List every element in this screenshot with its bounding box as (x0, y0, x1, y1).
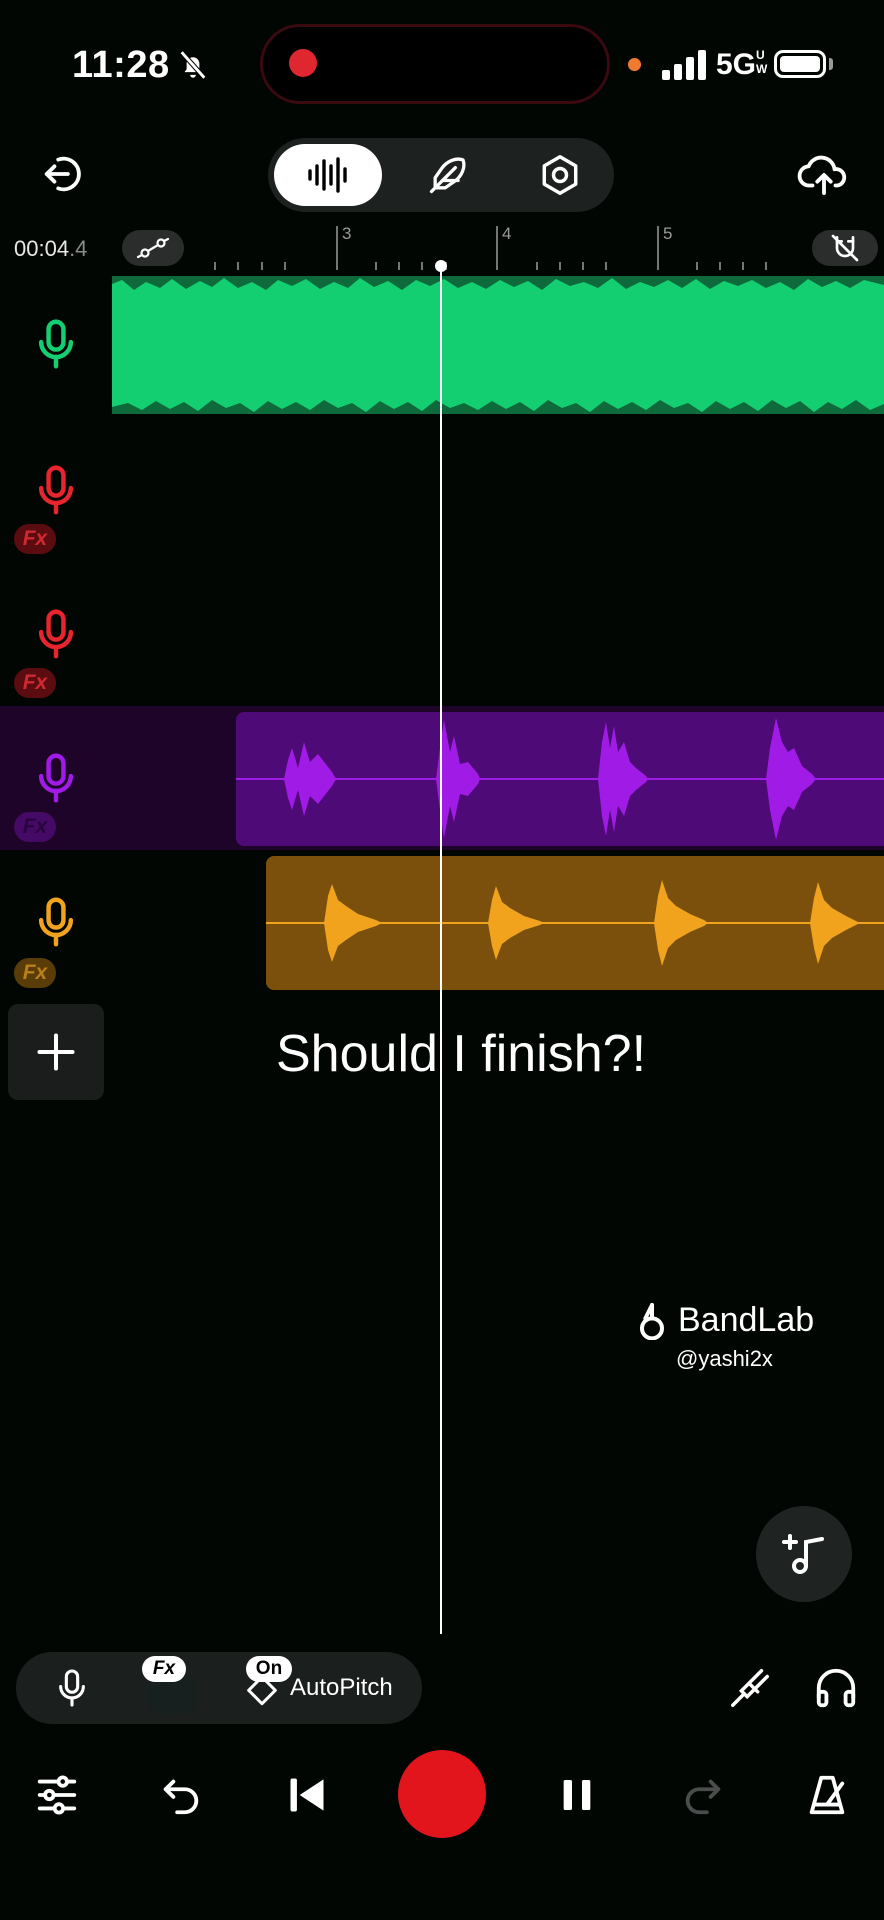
metronome-icon (809, 1775, 845, 1815)
plus-icon (37, 1033, 75, 1071)
fx-label[interactable]: Fx (142, 1656, 186, 1682)
time-display: 00:04.4 (14, 236, 88, 261)
headphones-icon (816, 1668, 856, 1708)
skip-to-start-button[interactable] (278, 1766, 336, 1824)
bandlab-watermark: BandLab (632, 1300, 814, 1340)
feather-icon (429, 157, 466, 194)
tab-effects[interactable] (394, 144, 502, 206)
mic-icon (38, 319, 74, 369)
bell-slash-icon (179, 50, 207, 80)
mode-switcher (268, 138, 614, 212)
track-5-waveform (266, 880, 884, 966)
track-1-mic-button[interactable] (26, 314, 86, 374)
track-5-mic-button[interactable] (26, 892, 86, 952)
mixer-icon (37, 1775, 77, 1815)
brand-name: BandLab (678, 1300, 815, 1339)
ruler[interactable] (200, 226, 800, 272)
redo-button[interactable] (674, 1766, 732, 1824)
add-instrument-icon (782, 1534, 824, 1574)
ruler-label-5: 5 (663, 224, 673, 243)
track-3-fx-badge[interactable]: Fx (14, 668, 56, 698)
tab-settings[interactable] (506, 144, 614, 206)
bandlab-logo-icon (640, 1303, 664, 1340)
autopitch-on-badge[interactable]: On (246, 1656, 292, 1682)
cloud-upload-icon (797, 155, 847, 196)
mic-icon (38, 753, 74, 803)
input-mic-button[interactable] (44, 1660, 100, 1716)
autopitch-button[interactable]: AutoPitch (290, 1674, 393, 1702)
pause-icon (563, 1780, 591, 1810)
upload-button[interactable] (792, 144, 856, 204)
track-5-clip[interactable] (266, 856, 884, 990)
hex-nut-icon (542, 155, 578, 195)
playhead-handle[interactable] (435, 260, 447, 272)
metronome-button[interactable] (798, 1766, 856, 1824)
add-track-button[interactable] (8, 1004, 104, 1100)
privacy-dot-icon (628, 58, 641, 71)
mic-icon (38, 465, 74, 515)
add-instrument-button[interactable] (756, 1506, 852, 1602)
tab-waveform[interactable] (274, 144, 382, 206)
undo-icon (163, 1779, 199, 1815)
skip-back-icon (290, 1778, 324, 1812)
track-4-mic-button[interactable] (26, 748, 86, 808)
monitor-button[interactable] (808, 1660, 864, 1716)
track-4-waveform (236, 718, 884, 840)
battery-icon (774, 50, 826, 78)
waveform-icon (308, 157, 347, 193)
pause-button[interactable] (548, 1766, 606, 1824)
track-3-mic-button[interactable] (26, 604, 86, 664)
video-caption: Should I finish?! (276, 1025, 647, 1083)
track-2-fx-badge[interactable]: Fx (14, 524, 56, 554)
redo-icon (685, 1779, 721, 1815)
magnet-off-icon (831, 234, 859, 262)
exit-button[interactable] (36, 146, 92, 202)
mic-icon (38, 897, 74, 947)
status-time: 11:28 (72, 44, 170, 86)
mic-icon (59, 1669, 85, 1707)
tuning-fork-icon (731, 1669, 769, 1707)
track-1-clip[interactable] (112, 276, 884, 414)
ruler-label-3: 3 (342, 224, 352, 243)
signal-icon (662, 48, 708, 80)
mixer-button[interactable] (28, 1766, 86, 1824)
battery-nub (829, 58, 833, 70)
ruler-label-4: 4 (502, 224, 512, 243)
undo-button[interactable] (152, 1766, 210, 1824)
recording-dot-icon (289, 49, 317, 77)
automation-icon (136, 237, 170, 259)
track-5-fx-badge[interactable]: Fx (14, 958, 56, 988)
snap-toggle[interactable] (812, 230, 878, 266)
track-4-clip[interactable] (236, 712, 884, 846)
playhead[interactable] (440, 266, 442, 1634)
dynamic-island (260, 24, 610, 104)
track-2-mic-button[interactable] (26, 460, 86, 520)
mic-icon (38, 609, 74, 659)
tuner-button[interactable] (722, 1660, 778, 1716)
automation-button[interactable] (122, 230, 184, 266)
exit-icon (44, 156, 81, 192)
track-4-fx-badge[interactable]: Fx (14, 812, 56, 842)
track-1-waveform (112, 278, 884, 412)
record-button[interactable] (398, 1750, 486, 1838)
network-label: 5GUW (716, 48, 768, 81)
creator-handle: @yashi2x (676, 1346, 773, 1371)
